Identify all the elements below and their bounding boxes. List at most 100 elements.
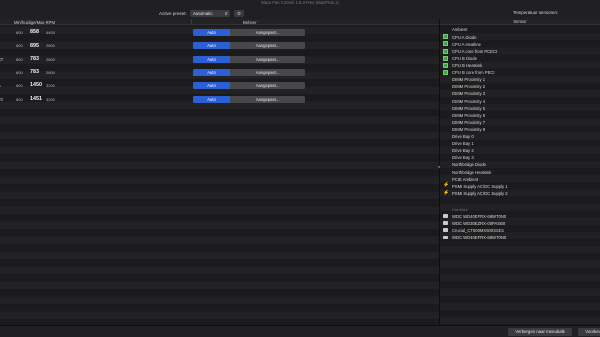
sensor-label: Drive Bay 0 <box>452 134 474 140</box>
sensor-label: CPU B Diode <box>452 55 477 61</box>
sensor-label: DIMM Proximity 1 <box>452 77 486 83</box>
sensor-item[interactable]: WDC WD30EZRX-00PASB0 <box>440 220 600 227</box>
sensor-label: DIMM Proximity 4 <box>452 98 486 104</box>
fan-control-segment: Auto Aangepast... <box>193 82 305 90</box>
chevron-updown-icon: ⇵ <box>224 11 228 16</box>
sensor-label: WDC WD30EZRX-00PASB0 <box>452 220 506 226</box>
header-control[interactable]: Beheer <box>243 20 257 25</box>
fan-row[interactable]: 800 783 2800 Auto Aangepast... <box>0 68 439 77</box>
auto-button[interactable]: Auto <box>193 82 230 90</box>
sensor-item[interactable]: WDC WD40EFRX-68WT0N0 <box>440 234 600 241</box>
fan-row[interactable]: T0 800 1451 3200 AutoAangepast... <box>0 95 439 104</box>
disk-icon <box>443 214 448 218</box>
hide-to-menubar-button[interactable]: Verbergen naar menubalk <box>508 328 572 336</box>
auto-button[interactable]: Auto <box>193 68 230 76</box>
gear-icon: ⚙ <box>236 11 242 16</box>
sensor-label: CPU B Heatsink <box>452 63 483 69</box>
auto-button[interactable]: Auto <box>193 42 230 50</box>
sensor-label: PSMI Supply AC/DC Supply 1 <box>452 183 508 189</box>
fan-row[interactable]: 800 858 4400 Auto Aangepast... <box>0 28 439 37</box>
fan-row[interactable]: ST 800 783 2800 AutoAangepast... <box>0 55 439 64</box>
sensor-item[interactable]: CPU A Diode <box>440 33 600 40</box>
sensor-item[interactable]: DIMM Proximity 4 <box>440 97 600 104</box>
chip-icon <box>443 34 448 40</box>
sensor-label: DIMM Proximity 6 <box>452 112 486 118</box>
custom-button[interactable]: Aangepast... <box>230 96 305 103</box>
sensor-label: Drive Bay 3 <box>452 155 474 161</box>
sensor-label: PCIE Ambient <box>452 176 479 182</box>
sensor-label: CPU B core from PECI <box>452 70 495 76</box>
disk-icon <box>443 235 448 240</box>
fan-current-rpm: 783 <box>30 69 39 76</box>
sensor-label: CPU A core from PCECI <box>452 48 498 54</box>
sensor-label: WDC WD40EFRX-68WT0N0 <box>452 235 507 241</box>
preset-value: Automatic <box>193 11 213 16</box>
preset-dropdown[interactable]: Automatic ⇵ <box>190 10 230 17</box>
sensor-item[interactable]: DIMM Proximity 5 <box>440 104 600 111</box>
fan-name: T0 <box>0 96 3 102</box>
sensor-item[interactable]: CPU B Heatsink <box>440 62 600 69</box>
sensor-label: Northbridge Heatsink <box>452 169 492 175</box>
fan-row[interactable]: 800 895 2800 Auto Aangepast... <box>0 41 439 50</box>
fan-min-rpm: 800 <box>16 43 23 49</box>
fan-control-segment: Auto Aangepast... <box>193 29 305 36</box>
sensor-label: DIMM Proximity 8 <box>452 126 486 132</box>
fan-min-rpm: 800 <box>16 83 23 89</box>
sensor-item[interactable]: DIMM Proximity 7 <box>440 119 600 126</box>
sensor-item[interactable]: WDC WD40EFRX-68WT0N0 <box>440 213 600 220</box>
sensor-item[interactable]: Drive Bay 1 <box>440 140 600 147</box>
sensor-column-header[interactable]: Sensor <box>440 19 600 25</box>
column-divider[interactable] <box>191 19 192 25</box>
sensor-item[interactable]: Northbridge Diode <box>440 161 600 168</box>
fan-name: ST <box>0 56 4 62</box>
sensor-label: WDC WD40EFRX-68WT0N0 <box>452 213 507 219</box>
custom-button[interactable]: Aangepast... <box>230 82 305 89</box>
fan-name: A <box>0 83 1 88</box>
sensor-item[interactable]: CPU B Diode <box>440 55 600 62</box>
preferences-button[interactable]: Voorkeuren... <box>578 328 600 336</box>
sensor-label: Drive Bay 2 <box>452 148 474 154</box>
sensor-item[interactable]: PCIE Ambient <box>440 175 600 182</box>
sensor-item[interactable]: CPU A Heatline <box>440 40 600 47</box>
fan-min-rpm: 800 <box>16 69 23 75</box>
sensor-item[interactable]: CPU A core from PCECI <box>440 48 600 55</box>
sensor-item[interactable]: DIMM Proximity 6 <box>440 111 600 118</box>
power-icon: ⚡ <box>443 182 450 189</box>
auto-button[interactable]: Auto <box>193 95 230 103</box>
sensor-item[interactable]: CPU B core from PECI <box>440 69 600 76</box>
sensor-item[interactable]: ⚡ PSMI Supply AC/DC Supply 2 <box>440 190 600 197</box>
gear-button[interactable]: ⚙ <box>234 10 244 17</box>
auto-button[interactable]: Auto <box>193 29 230 36</box>
chip-icon <box>443 41 448 47</box>
fan-current-rpm: 1451 <box>30 95 42 102</box>
sensor-label: PSMI Supply AC/DC Supply 2 <box>452 190 508 196</box>
fan-current-rpm: 858 <box>30 29 39 36</box>
fan-control-segment: Auto Aangepast... <box>193 55 305 63</box>
sensor-item[interactable]: ⚡ PSMI Supply AC/DC Supply 1 <box>440 182 600 189</box>
fan-min-rpm: 800 <box>16 56 23 62</box>
disk-icon <box>443 228 448 233</box>
fan-max-rpm: 2800 <box>46 56 55 62</box>
sensor-label: CPU A Heatline <box>452 41 481 47</box>
sensor-item[interactable]: Northbridge Heatsink <box>440 168 600 175</box>
header-rpm[interactable]: Min/huidige/Max RPM <box>14 20 55 25</box>
sensor-item[interactable]: DIMM Proximity 8 <box>440 126 600 133</box>
sensor-item[interactable]: DIMM Proximity 2 <box>440 83 600 90</box>
sensor-label: DIMM Proximity 7 <box>452 119 486 125</box>
auto-button[interactable]: Auto <box>193 55 230 63</box>
sensor-item[interactable]: DIMM Proximity 1 <box>440 76 600 83</box>
sensor-item[interactable]: Drive Bay 3 <box>440 154 600 161</box>
sensor-item[interactable]: DIMM Proximity 3 <box>440 90 600 97</box>
custom-button[interactable]: Aangepast... <box>230 69 305 76</box>
custom-button[interactable]: Aangepast... <box>230 56 305 63</box>
sensor-item[interactable]: Drive Bay 0 <box>440 133 600 140</box>
sensor-item[interactable]: Drive Bay 2 <box>440 147 600 154</box>
sensor-item[interactable]: Crucial_CT500MX500SSD1 <box>440 227 600 234</box>
sensors-title: Temperatuur sensoren: <box>513 10 559 15</box>
custom-button[interactable]: Aangepast... <box>230 29 305 36</box>
sensor-ambient[interactable]: Ambient <box>452 27 467 32</box>
fan-row[interactable]: A 800 1450 3200 AutoAangepast... <box>0 81 439 90</box>
custom-button[interactable]: Aangepast... <box>230 42 305 49</box>
fan-control-segment: Auto Aangepast... <box>193 68 305 76</box>
sensor-label: CPU A Diode <box>452 34 477 40</box>
